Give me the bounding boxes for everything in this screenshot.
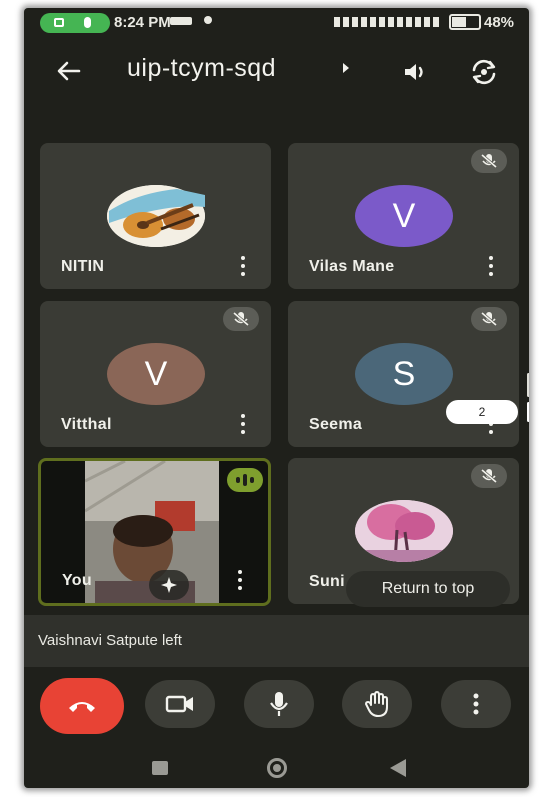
- end-call-button[interactable]: [40, 678, 124, 734]
- avatar: [355, 500, 453, 562]
- speaker-icon: [405, 64, 423, 80]
- participant-tile-nitin[interactable]: NITIN: [40, 143, 271, 289]
- participant-name: NITIN: [61, 258, 105, 275]
- avatar: S: [355, 343, 453, 405]
- back-arrow-icon: [57, 61, 81, 81]
- battery-level: 48%: [484, 14, 515, 31]
- speaking-indicator-icon: [227, 468, 263, 492]
- signal-icons: [334, 17, 439, 27]
- back-button[interactable]: [52, 54, 86, 88]
- return-to-top-button[interactable]: Return to top: [346, 571, 510, 607]
- status-time: 8:24 PM: [114, 14, 171, 31]
- participant-tile-seema[interactable]: S Seema: [288, 301, 519, 447]
- participant-tile-vitthal[interactable]: V Vitthal: [40, 301, 271, 447]
- call-controls: [24, 678, 529, 748]
- microphone-icon: [270, 692, 288, 716]
- scrollbar[interactable]: [527, 373, 529, 397]
- hang-up-icon: [69, 702, 95, 712]
- hand-icon: [365, 691, 388, 717]
- camera-status-icon: [54, 18, 64, 27]
- sparkle-icon: [161, 577, 177, 593]
- system-navigation-bar: [24, 748, 529, 788]
- switch-camera-button[interactable]: [464, 52, 504, 92]
- screen-recording-indicator: [40, 13, 110, 33]
- raise-hand-button[interactable]: [342, 680, 412, 728]
- recents-button[interactable]: [152, 761, 168, 775]
- avatar: [107, 185, 205, 247]
- notification-icons: [170, 17, 192, 25]
- more-vertical-icon: [473, 693, 479, 715]
- mic-status-icon: [84, 17, 91, 28]
- muted-mic-icon: [471, 307, 507, 331]
- settings-dot-icon: [204, 16, 212, 24]
- participant-name: Vitthal: [61, 416, 112, 433]
- camera-toggle-button[interactable]: [145, 680, 215, 728]
- participant-tile-vilas-mane[interactable]: V Vilas Mane: [288, 143, 519, 289]
- meeting-header: uip-tcym-sqd: [24, 42, 529, 98]
- participant-left-notification: Vaishnavi Satpute left: [24, 615, 529, 667]
- participant-name: Vilas Mane: [309, 258, 395, 275]
- switch-camera-icon: [472, 59, 496, 85]
- avatar: V: [355, 185, 453, 247]
- guitar-photo-icon: [107, 185, 205, 247]
- more-participants-count[interactable]: 2: [446, 400, 518, 424]
- muted-mic-icon: [471, 464, 507, 488]
- pink-tree-photo-icon: [355, 500, 453, 562]
- home-button[interactable]: [267, 758, 287, 778]
- participant-name: Seema: [309, 416, 363, 433]
- scrollbar-thumb[interactable]: [527, 402, 529, 422]
- audio-output-button[interactable]: [396, 52, 436, 92]
- phone-screen: 8:24 PM 48% uip-tcym-sqd NITIN V Vilas M…: [24, 8, 529, 788]
- participant-name: You: [62, 572, 92, 589]
- participant-name: Suni: [309, 573, 345, 590]
- more-options-icon[interactable]: [235, 570, 245, 590]
- more-options-icon[interactable]: [486, 256, 496, 276]
- muted-mic-icon: [223, 307, 259, 331]
- more-options-icon[interactable]: [238, 414, 248, 434]
- caret-right-icon[interactable]: [342, 62, 350, 74]
- more-options-button[interactable]: [441, 680, 511, 728]
- meeting-code[interactable]: uip-tcym-sqd: [127, 54, 276, 83]
- video-camera-icon: [165, 695, 193, 713]
- more-options-icon[interactable]: [238, 256, 248, 276]
- participant-tile-you[interactable]: You: [38, 458, 271, 606]
- status-bar: 8:24 PM 48%: [24, 8, 529, 34]
- notification-text: Vaishnavi Satpute left: [38, 632, 182, 649]
- muted-mic-icon: [471, 149, 507, 173]
- battery-icon: [449, 14, 481, 30]
- avatar: V: [107, 343, 205, 405]
- effects-button[interactable]: [149, 570, 189, 600]
- microphone-toggle-button[interactable]: [244, 680, 314, 728]
- back-nav-button[interactable]: [390, 759, 406, 777]
